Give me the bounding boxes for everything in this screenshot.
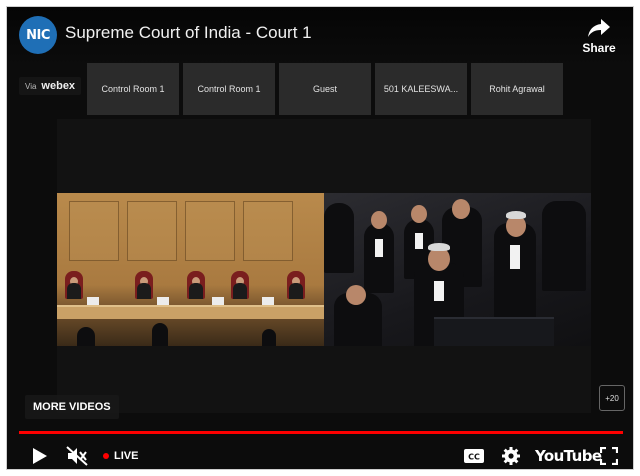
participant-strip: Control Room 1 Control Room 1 Guest 501 … xyxy=(87,63,563,115)
fullscreen-button[interactable] xyxy=(597,444,621,468)
participant-tile[interactable]: 501 KALEESWA... xyxy=(375,63,467,115)
play-icon xyxy=(33,448,47,464)
mute-button[interactable] xyxy=(65,444,89,468)
lawyer-head xyxy=(452,199,470,219)
judge-figure xyxy=(233,283,247,299)
channel-logo-text: NIC xyxy=(26,27,50,43)
lawyer-head xyxy=(371,211,387,229)
captions-button[interactable]: CC xyxy=(461,444,487,468)
more-videos-button[interactable]: MORE VIDEOS xyxy=(25,395,119,419)
video-stage[interactable] xyxy=(57,119,591,413)
participant-name: 501 KALEESWA... xyxy=(383,84,459,94)
play-button[interactable] xyxy=(29,444,51,468)
settings-button[interactable] xyxy=(499,444,523,468)
person-figure xyxy=(262,329,276,346)
control-bar: LIVE CC YouTube xyxy=(7,441,633,469)
fullscreen-icon xyxy=(600,447,618,465)
wood-panel xyxy=(185,201,235,261)
channel-logo[interactable]: NIC xyxy=(19,16,57,54)
lawyer-hair xyxy=(506,211,526,219)
participant-name: Control Room 1 xyxy=(101,84,165,94)
lawyer-figure xyxy=(324,203,354,273)
participant-tile[interactable]: Rohit Agrawal xyxy=(471,63,563,115)
judge-figure xyxy=(189,283,203,299)
podium xyxy=(434,317,554,346)
lawyer-band xyxy=(375,239,383,257)
wood-panel xyxy=(69,201,119,261)
lawyer-figure xyxy=(542,201,586,291)
youtube-embed-player[interactable]: NIC Supreme Court of India - Court 1 Sha… xyxy=(6,6,634,470)
lawyer-figure xyxy=(364,223,394,293)
person-figure xyxy=(77,327,95,346)
settings-icon xyxy=(502,447,520,465)
participant-name: Guest xyxy=(312,84,337,94)
share-label: Share xyxy=(582,41,616,55)
share-icon xyxy=(588,19,610,37)
counsel-hair xyxy=(428,243,450,251)
live-label: LIVE xyxy=(114,450,139,462)
wood-panel xyxy=(127,201,177,261)
judge-figure xyxy=(289,283,303,299)
participant-name: Control Room 1 xyxy=(197,84,261,94)
wood-panel xyxy=(243,201,293,261)
lawyer-band xyxy=(510,245,520,269)
progress-bar[interactable] xyxy=(19,431,623,434)
more-participants-button[interactable]: +20 xyxy=(599,385,625,411)
webex-logo: webex xyxy=(41,80,76,92)
share-button[interactable]: Share xyxy=(579,19,619,55)
courtroom-counsel-camera xyxy=(324,193,591,346)
judge-figure xyxy=(67,283,81,299)
lawyer-head xyxy=(346,285,366,305)
judges-bench xyxy=(57,305,324,319)
courtroom-bench-camera xyxy=(57,193,324,346)
lawyer-band xyxy=(415,233,423,249)
video-title[interactable]: Supreme Court of India - Court 1 xyxy=(65,23,312,43)
mute-icon xyxy=(66,446,88,466)
youtube-logo[interactable]: YouTube xyxy=(535,447,602,465)
svg-text:CC: CC xyxy=(468,453,480,462)
person-figure xyxy=(152,323,168,346)
judge-figure xyxy=(137,283,151,299)
via-label: Via xyxy=(25,81,37,91)
participant-tile[interactable]: Guest xyxy=(279,63,371,115)
captions-icon: CC xyxy=(464,449,484,463)
participant-tile[interactable]: Control Room 1 xyxy=(87,63,179,115)
webex-badge: Via webex xyxy=(19,77,82,95)
participant-name: Rohit Agrawal xyxy=(489,84,545,94)
participant-tile[interactable]: Control Room 1 xyxy=(183,63,275,115)
live-indicator[interactable]: LIVE xyxy=(103,450,138,462)
lawyer-figure xyxy=(494,223,536,323)
lawyer-head xyxy=(411,205,427,223)
live-dot xyxy=(103,453,109,459)
counsel-band xyxy=(434,281,444,301)
